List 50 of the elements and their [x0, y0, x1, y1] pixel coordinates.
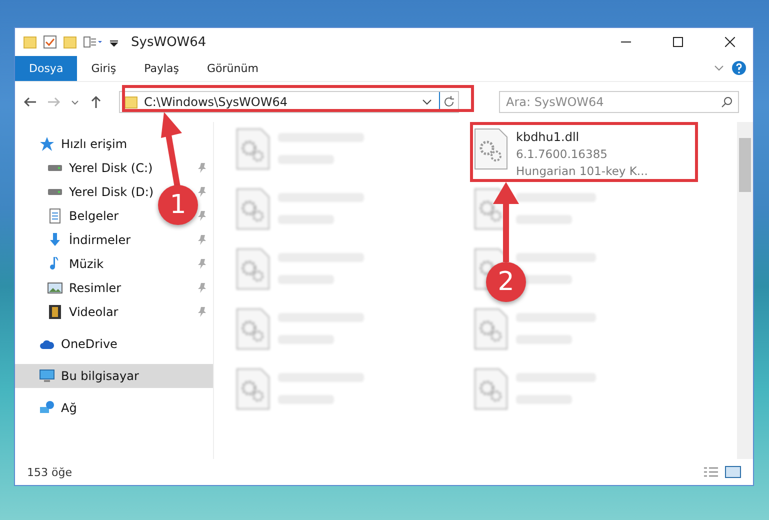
- search-icon[interactable]: [721, 96, 733, 108]
- ribbon-tab[interactable]: Dosya: [15, 56, 78, 81]
- film-icon: [47, 304, 63, 320]
- file-gears-icon: [236, 188, 270, 230]
- network-icon: [39, 400, 55, 416]
- drive-icon: [47, 188, 63, 196]
- ribbon-tab[interactable]: Paylaş: [130, 56, 193, 81]
- details-view-icon[interactable]: [703, 466, 719, 478]
- document-icon: [47, 208, 63, 224]
- sidebar-item[interactable]: Resimler: [69, 281, 122, 295]
- file-gears-icon: [474, 128, 508, 170]
- file-detail: Hungarian 101-key K...: [516, 163, 648, 180]
- monitor-icon: [39, 368, 55, 384]
- checklist-icon[interactable]: [43, 35, 57, 49]
- sidebar-item[interactable]: Videolar: [69, 305, 118, 319]
- sidebar-item[interactable]: Yerel Disk (D:): [69, 185, 154, 199]
- sidebar-item[interactable]: Ağ: [61, 401, 77, 415]
- properties-icon[interactable]: [83, 35, 103, 49]
- file-detail: 6.1.7600.16385: [516, 146, 608, 163]
- sidebar-item[interactable]: İndirmeler: [69, 233, 131, 247]
- file-gears-icon: [236, 248, 270, 290]
- sidebar-item[interactable]: Bu bilgisayar: [61, 369, 139, 383]
- file-gears-icon: [236, 368, 270, 410]
- file-gears-icon: [236, 128, 270, 170]
- ribbon-tab[interactable]: Giriş: [77, 56, 130, 81]
- close-icon[interactable]: [725, 37, 735, 47]
- download-icon: [47, 232, 63, 248]
- sidebar-item[interactable]: Müzik: [69, 257, 104, 271]
- maximize-icon[interactable]: [673, 37, 683, 47]
- back-arrow-icon[interactable]: [23, 95, 37, 109]
- file-gears-icon: [474, 308, 508, 350]
- ribbon-tab[interactable]: Görünüm: [193, 56, 272, 81]
- scrollbar[interactable]: [737, 122, 753, 459]
- address-bar[interactable]: C:\Windows\SysWOW64: [119, 91, 459, 113]
- sidebar-item[interactable]: OneDrive: [61, 337, 118, 351]
- item-count: 153 öğe: [27, 466, 73, 478]
- file-gears-icon: [236, 308, 270, 350]
- up-arrow-icon[interactable]: [89, 95, 103, 109]
- window-title: SysWOW64: [131, 34, 208, 50]
- file-gears-icon: [474, 368, 508, 410]
- file-name[interactable]: kbdhu1.dll: [516, 128, 648, 146]
- sidebar-item[interactable]: Hızlı erişim: [61, 137, 128, 151]
- search-field[interactable]: Ara: SysWOW64: [499, 91, 739, 113]
- sidebar-item[interactable]: Belgeler: [69, 209, 119, 223]
- star-icon: [39, 136, 55, 152]
- large-icons-view-icon[interactable]: [725, 466, 741, 478]
- drive-icon: [47, 164, 63, 172]
- sidebar-item[interactable]: Yerel Disk (C:): [69, 161, 153, 175]
- picture-icon: [47, 280, 63, 296]
- folder-icon: [124, 95, 138, 109]
